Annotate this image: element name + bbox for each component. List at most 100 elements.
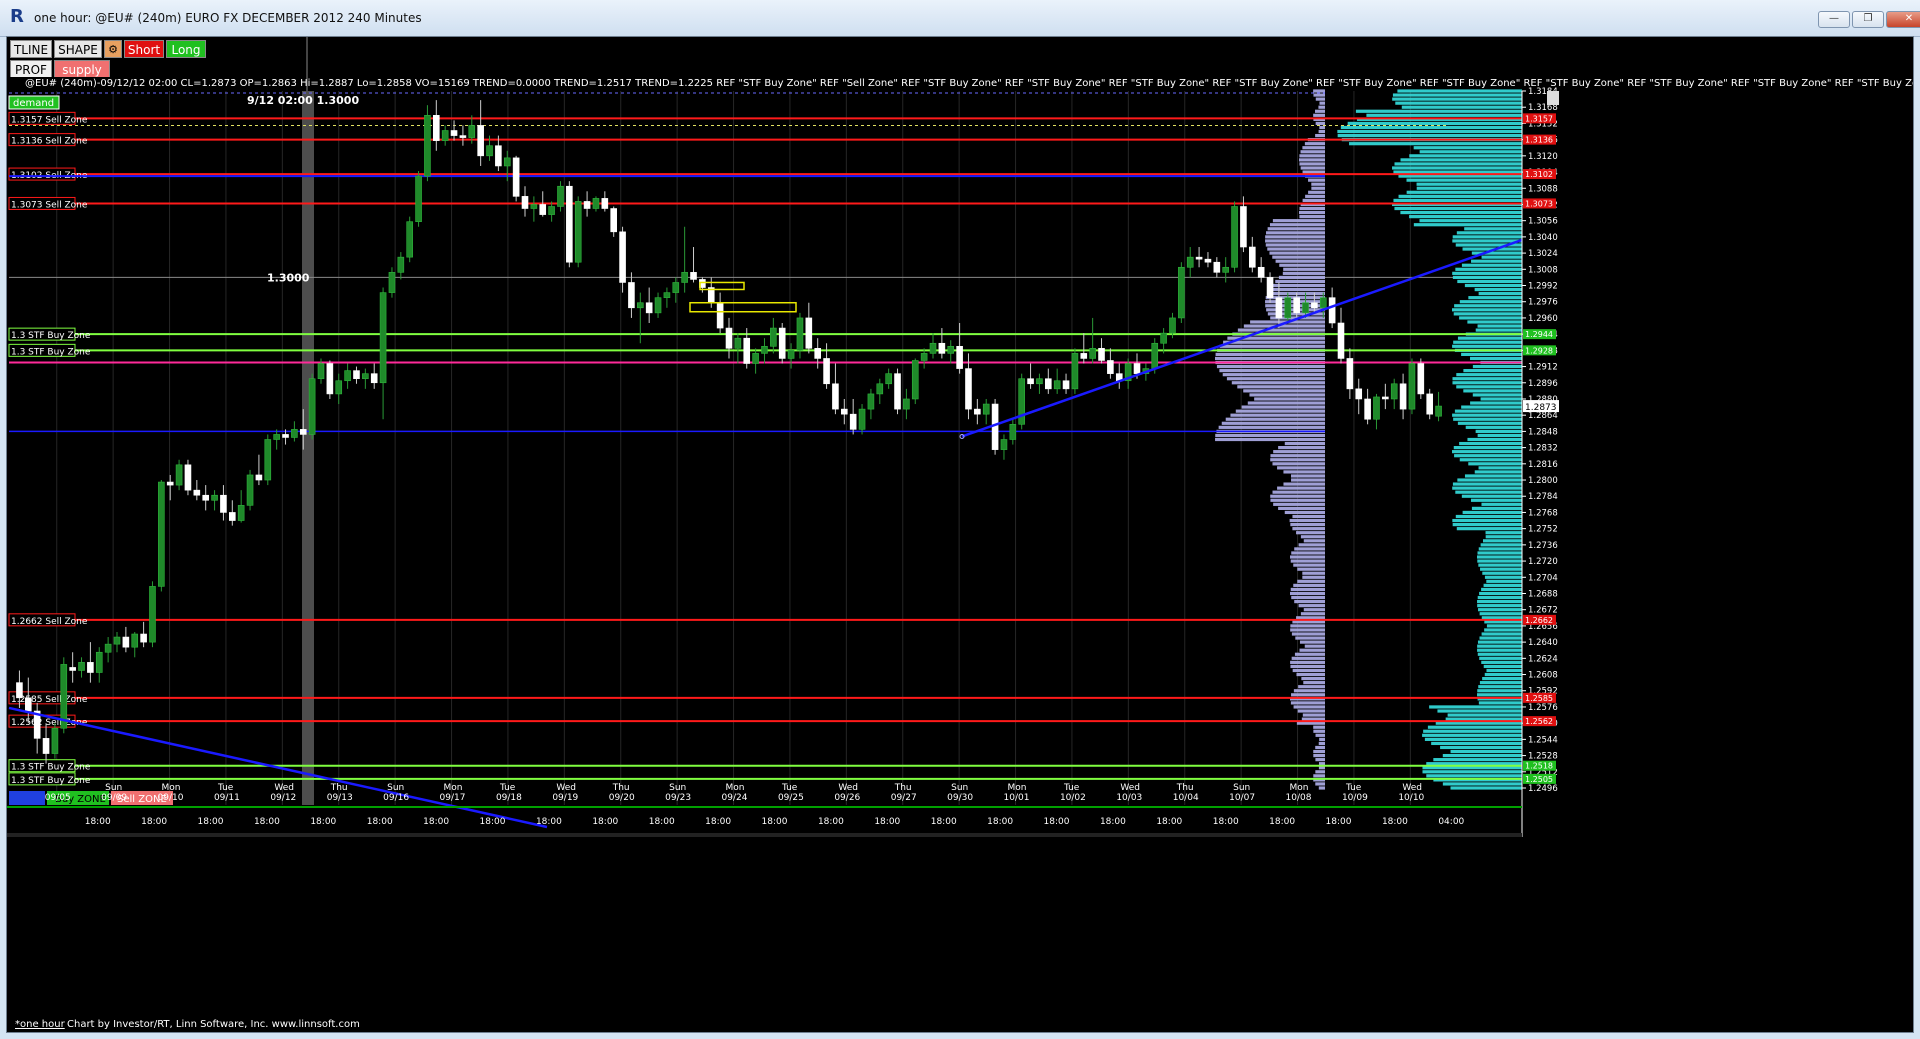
right-profile-bar — [1461, 494, 1522, 498]
candle-body — [113, 636, 121, 645]
session-profile-bar — [1241, 405, 1325, 409]
price-tick-label: 1.2768 — [1528, 508, 1558, 518]
date-label: 09/19 — [552, 793, 578, 803]
candle-body — [291, 429, 298, 438]
date-label: 09/12 — [270, 793, 296, 803]
candle-body — [468, 125, 476, 138]
right-profile-bar — [1478, 292, 1522, 296]
session-profile-bar — [1315, 770, 1325, 774]
session-profile-bar — [1293, 563, 1325, 567]
right-profile-bar — [1478, 547, 1522, 551]
session-profile-bar — [1296, 531, 1325, 535]
session-profile-bar — [1284, 441, 1325, 446]
day-label: Thu — [612, 783, 630, 793]
session-profile-bar — [1293, 705, 1325, 709]
right-profile-bar — [1454, 409, 1522, 413]
candle-body — [299, 429, 307, 435]
session-profile-bar — [1299, 210, 1325, 215]
candle-body — [433, 115, 440, 141]
minimize-button[interactable]: — — [1818, 11, 1850, 28]
candle-body — [1373, 396, 1380, 420]
session-profile-bar — [1313, 725, 1325, 729]
price-tick-label: 1.3008 — [1528, 265, 1558, 275]
right-profile-bar — [1427, 725, 1522, 729]
right-profile-bar — [1452, 518, 1522, 523]
candle-body — [1284, 297, 1292, 319]
session-profile-bar — [1313, 93, 1325, 97]
candle-body — [1009, 424, 1017, 440]
blank-zone-button[interactable] — [9, 791, 45, 805]
candle-body — [193, 489, 201, 496]
session-profile-bar — [1290, 628, 1325, 632]
session-profile-bar — [1290, 555, 1325, 559]
price-tick-label: 1.2736 — [1528, 541, 1558, 551]
right-profile-bar — [1461, 352, 1522, 357]
right-profile-bar — [1424, 737, 1522, 741]
session-profile-bar — [1279, 263, 1325, 267]
close-button[interactable]: ✕ — [1886, 11, 1920, 28]
candle-body — [1328, 297, 1336, 324]
current-price-label: 1.2873 — [1525, 403, 1557, 413]
right-profile-bar — [1486, 624, 1522, 628]
candle-body — [495, 145, 502, 167]
price-tick-label: 1.2608 — [1528, 671, 1558, 681]
right-profile-bar — [1477, 599, 1522, 604]
session-profile-bar — [1294, 547, 1325, 551]
right-profile-bar — [1477, 640, 1522, 644]
day-label: Mon — [444, 783, 463, 793]
restore-button[interactable]: ❐ — [1852, 11, 1884, 28]
day-label: Tue — [781, 783, 798, 793]
right-profile-bar — [1472, 393, 1522, 397]
right-profile-bar — [1409, 154, 1522, 158]
candle-body — [716, 302, 724, 329]
session-profile-bar — [1291, 551, 1325, 555]
hour-label: 18:00 — [1044, 817, 1070, 827]
candle-body — [1266, 277, 1274, 298]
candle-body — [415, 175, 422, 222]
right-profile-bar — [1479, 681, 1522, 685]
session-profile-bar — [1216, 364, 1325, 369]
demand-button[interactable]: demand — [8, 95, 60, 110]
candle-body — [282, 434, 289, 438]
price-axis: 1.31841.31681.31521.31361.31201.31041.30… — [1521, 87, 1559, 837]
session-profile-bar — [1297, 579, 1325, 583]
candle-body — [175, 464, 183, 486]
candle — [326, 360, 334, 399]
right-profile-bar — [1461, 405, 1522, 409]
candle-body — [956, 345, 963, 369]
price-chart[interactable]: 1.3157 Sell Zone 1.3136 Sell Zone 1.3102 S… — [7, 37, 1913, 1017]
price-tick-label: 1.3040 — [1528, 233, 1558, 243]
session-profile-bar — [1313, 749, 1325, 754]
candle-body — [645, 302, 653, 314]
right-profile-bar — [1471, 506, 1522, 510]
scroll-up-icon[interactable] — [1547, 91, 1559, 105]
session-profile-bar — [1293, 583, 1325, 587]
candle-body — [592, 198, 600, 209]
price-tag-label: 1.3136 — [1525, 136, 1553, 145]
right-profile-bar — [1477, 433, 1522, 438]
date-label: 09/10 — [158, 793, 184, 803]
right-profile-bar — [1478, 701, 1522, 705]
session-profile-bar — [1294, 652, 1325, 656]
right-profile-bar — [1477, 689, 1522, 693]
candle-body — [1204, 258, 1212, 263]
candle — [512, 155, 520, 202]
session-profile-bar — [1269, 287, 1325, 292]
candle-body — [530, 204, 538, 209]
session-profile-bar — [1300, 150, 1325, 154]
day-label: Mon — [1290, 783, 1309, 793]
right-profile-bar — [1459, 458, 1522, 462]
right-profile-bar — [1470, 498, 1522, 502]
candle-body — [16, 682, 23, 699]
chart-tab[interactable]: *one hour — [15, 1017, 65, 1032]
candle-body — [370, 373, 378, 384]
date-label: 10/03 — [1116, 793, 1142, 803]
session-profile-bar — [1277, 486, 1325, 490]
candle-body — [672, 282, 680, 293]
day-label: Sun — [1233, 783, 1250, 793]
session-profile-bar — [1235, 409, 1325, 413]
status-bar: *one hour Chart by Investor/RT, Linn Sof… — [7, 1017, 1913, 1032]
right-profile-bar — [1477, 648, 1522, 652]
right-profile-bar — [1401, 105, 1522, 109]
candle-body — [982, 403, 990, 415]
